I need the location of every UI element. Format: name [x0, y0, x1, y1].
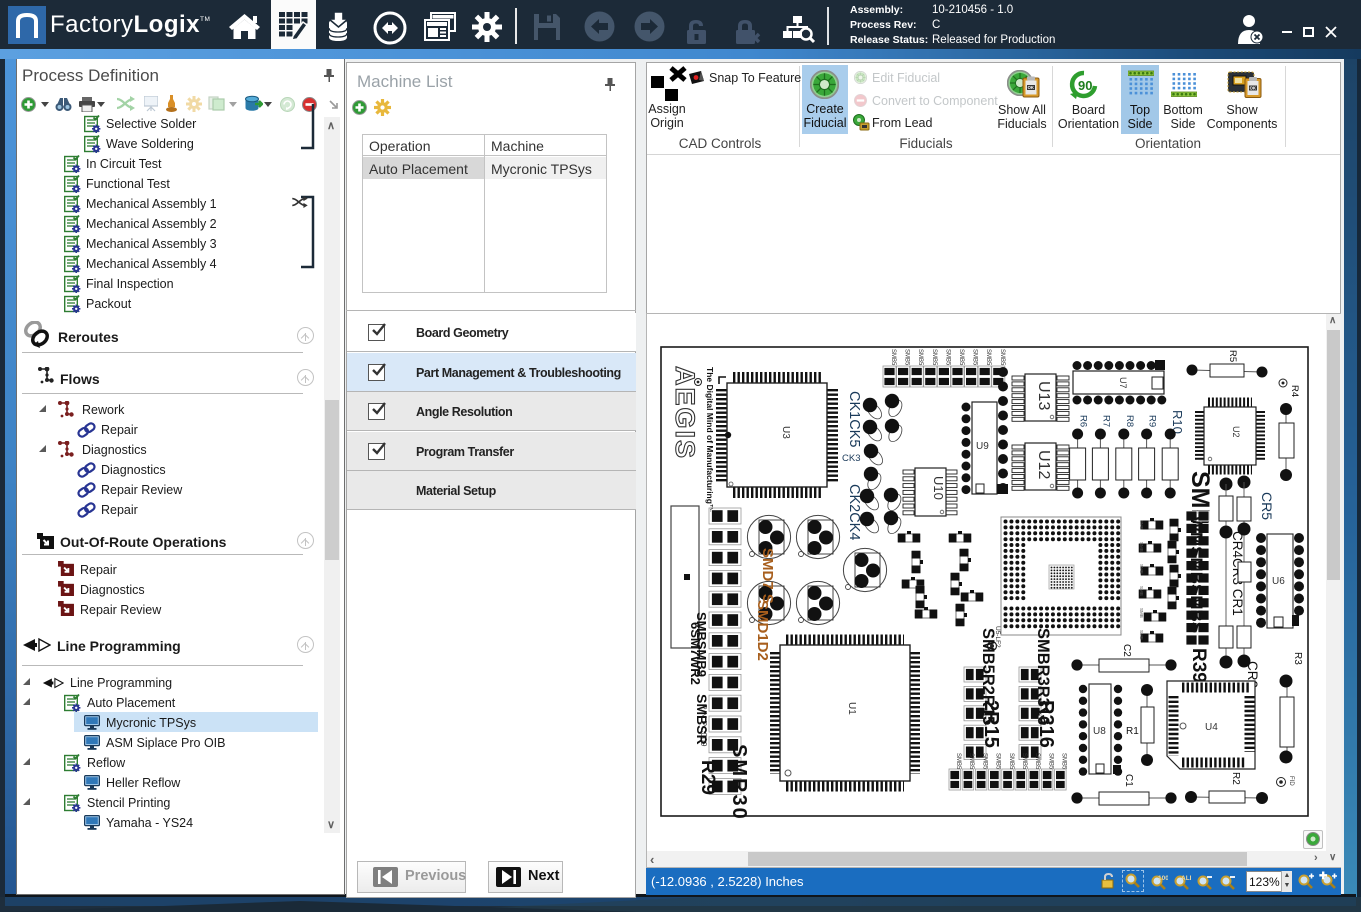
- svg-text:U13: U13: [1035, 381, 1052, 410]
- svg-text:R6: R6: [1078, 415, 1089, 427]
- svg-text:C2: C2: [1121, 644, 1132, 657]
- svg-text:U12: U12: [1035, 450, 1052, 479]
- svg-text:SMB5: SMB5: [917, 349, 923, 366]
- svg-text:WMSMBSMBS: WMSMBSMBS: [1187, 516, 1206, 633]
- svg-text:SMB5: SMB5: [968, 753, 974, 770]
- svg-text:OK: OK: [1250, 86, 1256, 91]
- svg-text:U9: U9: [976, 441, 989, 452]
- svg-text:The Digital Mind of Manufactur: The Digital Mind of Manufacturing™: [705, 367, 715, 512]
- svg-text:SMB5: SMB5: [1021, 753, 1027, 770]
- svg-text:2R15: 2R15: [980, 700, 1002, 748]
- svg-text:R2: R2: [1230, 772, 1241, 785]
- svg-text:SMB5: SMB5: [931, 349, 937, 366]
- svg-text:R7: R7: [1100, 415, 1111, 427]
- svg-text:SMBSR: SMBSR: [694, 694, 710, 745]
- svg-text:SMB5: SMB5: [999, 349, 1005, 366]
- svg-text:SMB: SMB: [1139, 586, 1144, 596]
- svg-text:SMB5: SMB5: [1034, 753, 1040, 770]
- svg-text:SMB5: SMB5: [985, 349, 991, 366]
- svg-text:R8: R8: [1124, 415, 1135, 427]
- svg-text:ALL: ALL: [1181, 875, 1191, 882]
- svg-text:U4: U4: [1205, 722, 1218, 733]
- svg-text:U2: U2: [1231, 426, 1241, 438]
- svg-text:CK3: CK3: [842, 453, 860, 464]
- svg-text:SMB5: SMB5: [955, 753, 961, 770]
- svg-text:SMD1D2: SMD1D2: [754, 600, 771, 661]
- svg-text:SMB: SMB: [1139, 520, 1144, 530]
- svg-text:R316: R316: [1035, 700, 1057, 748]
- svg-text:6SM7WR2: 6SM7WR2: [688, 622, 703, 685]
- svg-text:U3: U3: [780, 426, 791, 439]
- svg-text:U6: U6: [1272, 576, 1285, 587]
- svg-text:SMB5: SMB5: [1008, 753, 1014, 770]
- svg-text:R5: R5: [1227, 350, 1238, 362]
- svg-text:SMB5: SMB5: [904, 349, 910, 366]
- svg-text:SMB: SMB: [1139, 564, 1144, 574]
- svg-text:SMB5: SMB5: [972, 349, 978, 366]
- svg-text:CR5: CR5: [1259, 492, 1275, 520]
- svg-text:FID: FID: [1288, 776, 1294, 786]
- svg-text:R9: R9: [1147, 415, 1158, 427]
- svg-text:SMB: SMB: [1139, 630, 1144, 640]
- svg-text:100: 100: [1158, 875, 1168, 882]
- svg-text:SMB5: SMB5: [1061, 753, 1067, 770]
- svg-text:SMB5: SMB5: [995, 753, 1001, 770]
- svg-text:SMB5: SMB5: [890, 349, 896, 366]
- svg-text:R29: R29: [697, 760, 718, 795]
- svg-text:OK: OK: [1028, 85, 1034, 90]
- svg-text:C1: C1: [1123, 774, 1134, 787]
- svg-text:SMB5: SMB5: [1047, 753, 1053, 770]
- svg-text:SMB5: SMB5: [958, 349, 964, 366]
- svg-text:SMD7 S: SMD7 S: [759, 548, 776, 604]
- svg-text:SMB5: SMB5: [944, 349, 950, 366]
- svg-text:U10: U10: [931, 476, 946, 500]
- svg-text:R4: R4: [1289, 385, 1300, 397]
- svg-text:CK1CK5: CK1CK5: [846, 391, 862, 447]
- svg-text:R1: R1: [1126, 726, 1139, 737]
- svg-text:R39: R39: [1188, 648, 1209, 683]
- svg-text:U7: U7: [1118, 377, 1128, 389]
- svg-text:SMR30: SMR30: [728, 744, 750, 821]
- svg-text:U1: U1: [846, 702, 857, 715]
- svg-text:SMB: SMB: [1139, 542, 1144, 552]
- svg-text:SMB: SMB: [1139, 608, 1144, 618]
- svg-text:SMB5: SMB5: [981, 753, 987, 770]
- svg-text:R3: R3: [1292, 652, 1303, 665]
- svg-text:U8: U8: [1093, 726, 1106, 737]
- svg-text:90: 90: [1078, 78, 1092, 93]
- svg-text:CK2CK4: CK2CK4: [846, 484, 862, 540]
